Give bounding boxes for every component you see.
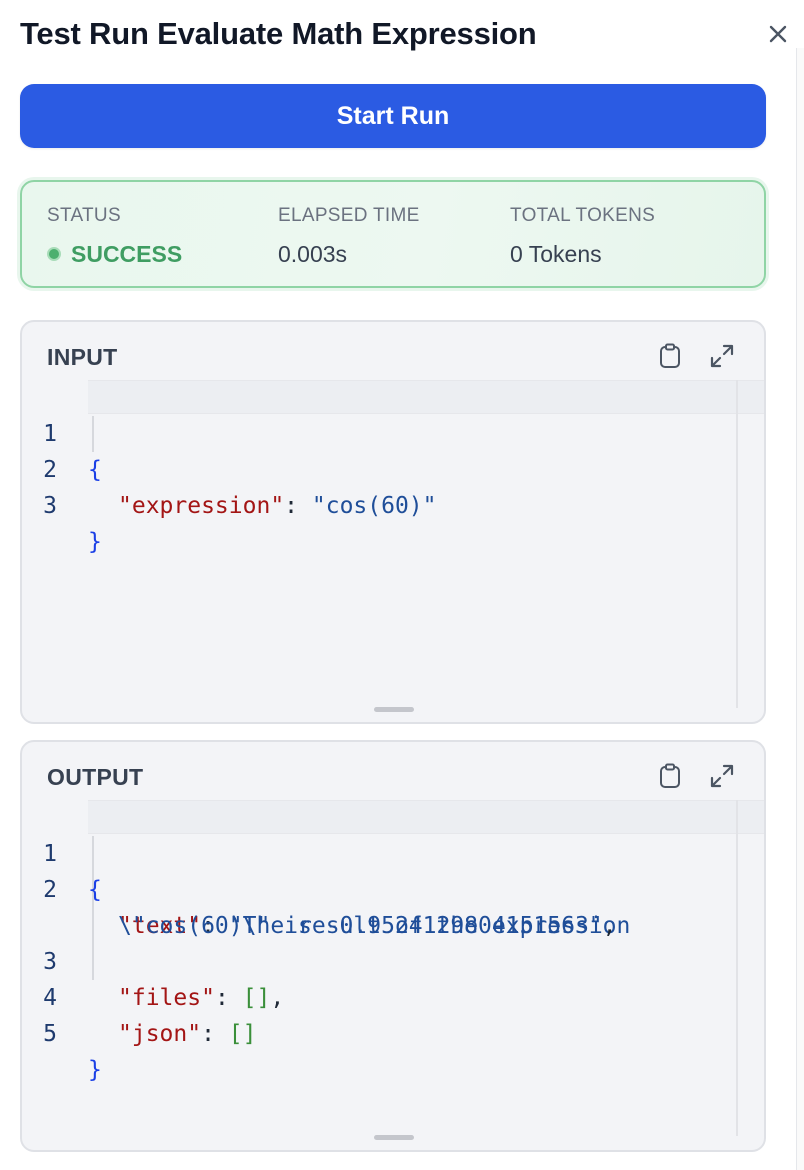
code-line: 4 "json": []: [22, 944, 256, 1047]
status-value: SUCCESS: [71, 241, 183, 267]
code-content: "json": []: [118, 1016, 257, 1052]
code-line: 2 "expression": "cos(60)": [22, 416, 436, 519]
line-number: 5: [43, 1021, 57, 1047]
tokens-stat: TOTAL TOKENS 0 Tokens: [510, 204, 655, 270]
elapsed-stat: ELAPSED TIME 0.003s: [278, 204, 420, 270]
dialog-title: Test Run Evaluate Math Expression: [20, 16, 537, 51]
elapsed-label: ELAPSED TIME: [278, 205, 420, 226]
json-comma: ,: [270, 985, 285, 1011]
elapsed-value: 0.003s: [278, 241, 348, 267]
input-panel-title: INPUT: [47, 344, 118, 370]
output-copy-button[interactable]: [654, 760, 686, 792]
code-content: "expression": "cos(60)": [118, 488, 437, 524]
expand-icon: [710, 764, 734, 788]
input-panel-header: INPUT: [22, 322, 764, 380]
dialog-header: Test Run Evaluate Math Expression: [20, 14, 796, 54]
json-comma: ,: [602, 913, 617, 939]
editor-scrollbar[interactable]: [736, 800, 738, 1136]
close-button[interactable]: [760, 16, 796, 52]
input-code-editor[interactable]: 1 { 2 "expression": "cos(60)" 3 }: [22, 380, 764, 708]
json-key: "json": [118, 1021, 202, 1047]
output-expand-button[interactable]: [706, 760, 738, 792]
status-badge: SUCCESS: [47, 238, 182, 270]
clipboard-icon: [660, 763, 680, 788]
code-line: 2 "text": "The result of the expression: [22, 836, 630, 939]
json-array-value: []: [242, 985, 271, 1011]
active-line-highlight: [88, 380, 764, 414]
json-key: "files": [118, 985, 215, 1011]
input-panel: INPUT 1 { 2 "expression": "cos(60)" 3}: [20, 320, 766, 724]
output-code-editor[interactable]: 1 { 2 "text": "The result of the express…: [22, 800, 764, 1136]
code-content: "files": [],: [118, 980, 284, 1016]
tokens-label: TOTAL TOKENS: [510, 205, 656, 226]
code-line: 5 }: [22, 980, 105, 1083]
output-resize-handle[interactable]: [374, 1135, 414, 1140]
output-panel-title: OUTPUT: [47, 764, 144, 790]
start-run-button[interactable]: Start Run: [20, 84, 766, 148]
json-key: "expression": [118, 493, 285, 519]
tokens-value: 0 Tokens: [510, 241, 602, 267]
input-expand-button[interactable]: [706, 340, 738, 372]
status-dot-icon: [47, 247, 61, 261]
json-separator: :: [214, 985, 243, 1011]
json-array-value: []: [228, 1021, 257, 1047]
code-line-wrapped: \"cos(60)\" is -0.9524129804151563",: [22, 872, 617, 939]
code-content: \"cos(60)\" is -0.9524129804151563",: [118, 908, 617, 944]
code-line: 1 {: [22, 800, 105, 903]
input-copy-button[interactable]: [654, 340, 686, 372]
close-icon: [769, 25, 787, 43]
line-number: 3: [43, 493, 57, 519]
run-status-card: STATUS SUCCESS ELAPSED TIME 0.003s TOTAL…: [20, 180, 766, 288]
json-separator: :: [284, 493, 312, 519]
code-line: 3 "files": [],: [22, 908, 284, 1011]
active-line-highlight: [88, 800, 764, 834]
clipboard-icon: [660, 343, 680, 368]
output-panel: OUTPUT 1 { 2 "text": "The result of the …: [20, 740, 766, 1152]
json-separator: :: [201, 1021, 229, 1047]
json-string-value-continued: \"cos(60)\" is -0.9524129804151563": [118, 913, 603, 939]
status-label: STATUS: [47, 205, 121, 226]
output-panel-header: OUTPUT: [22, 742, 764, 800]
json-string-value: "cos(60)": [311, 493, 437, 519]
code-line: 3 }: [22, 452, 105, 555]
page-scrollbar[interactable]: [796, 48, 804, 1170]
expand-icon: [710, 344, 734, 368]
close-brace: }: [88, 1057, 102, 1083]
editor-scrollbar[interactable]: [736, 380, 738, 708]
status-stat: STATUS SUCCESS: [47, 204, 182, 270]
input-resize-handle[interactable]: [374, 707, 414, 712]
code-line: 1 {: [22, 380, 105, 483]
close-brace: }: [88, 529, 102, 555]
